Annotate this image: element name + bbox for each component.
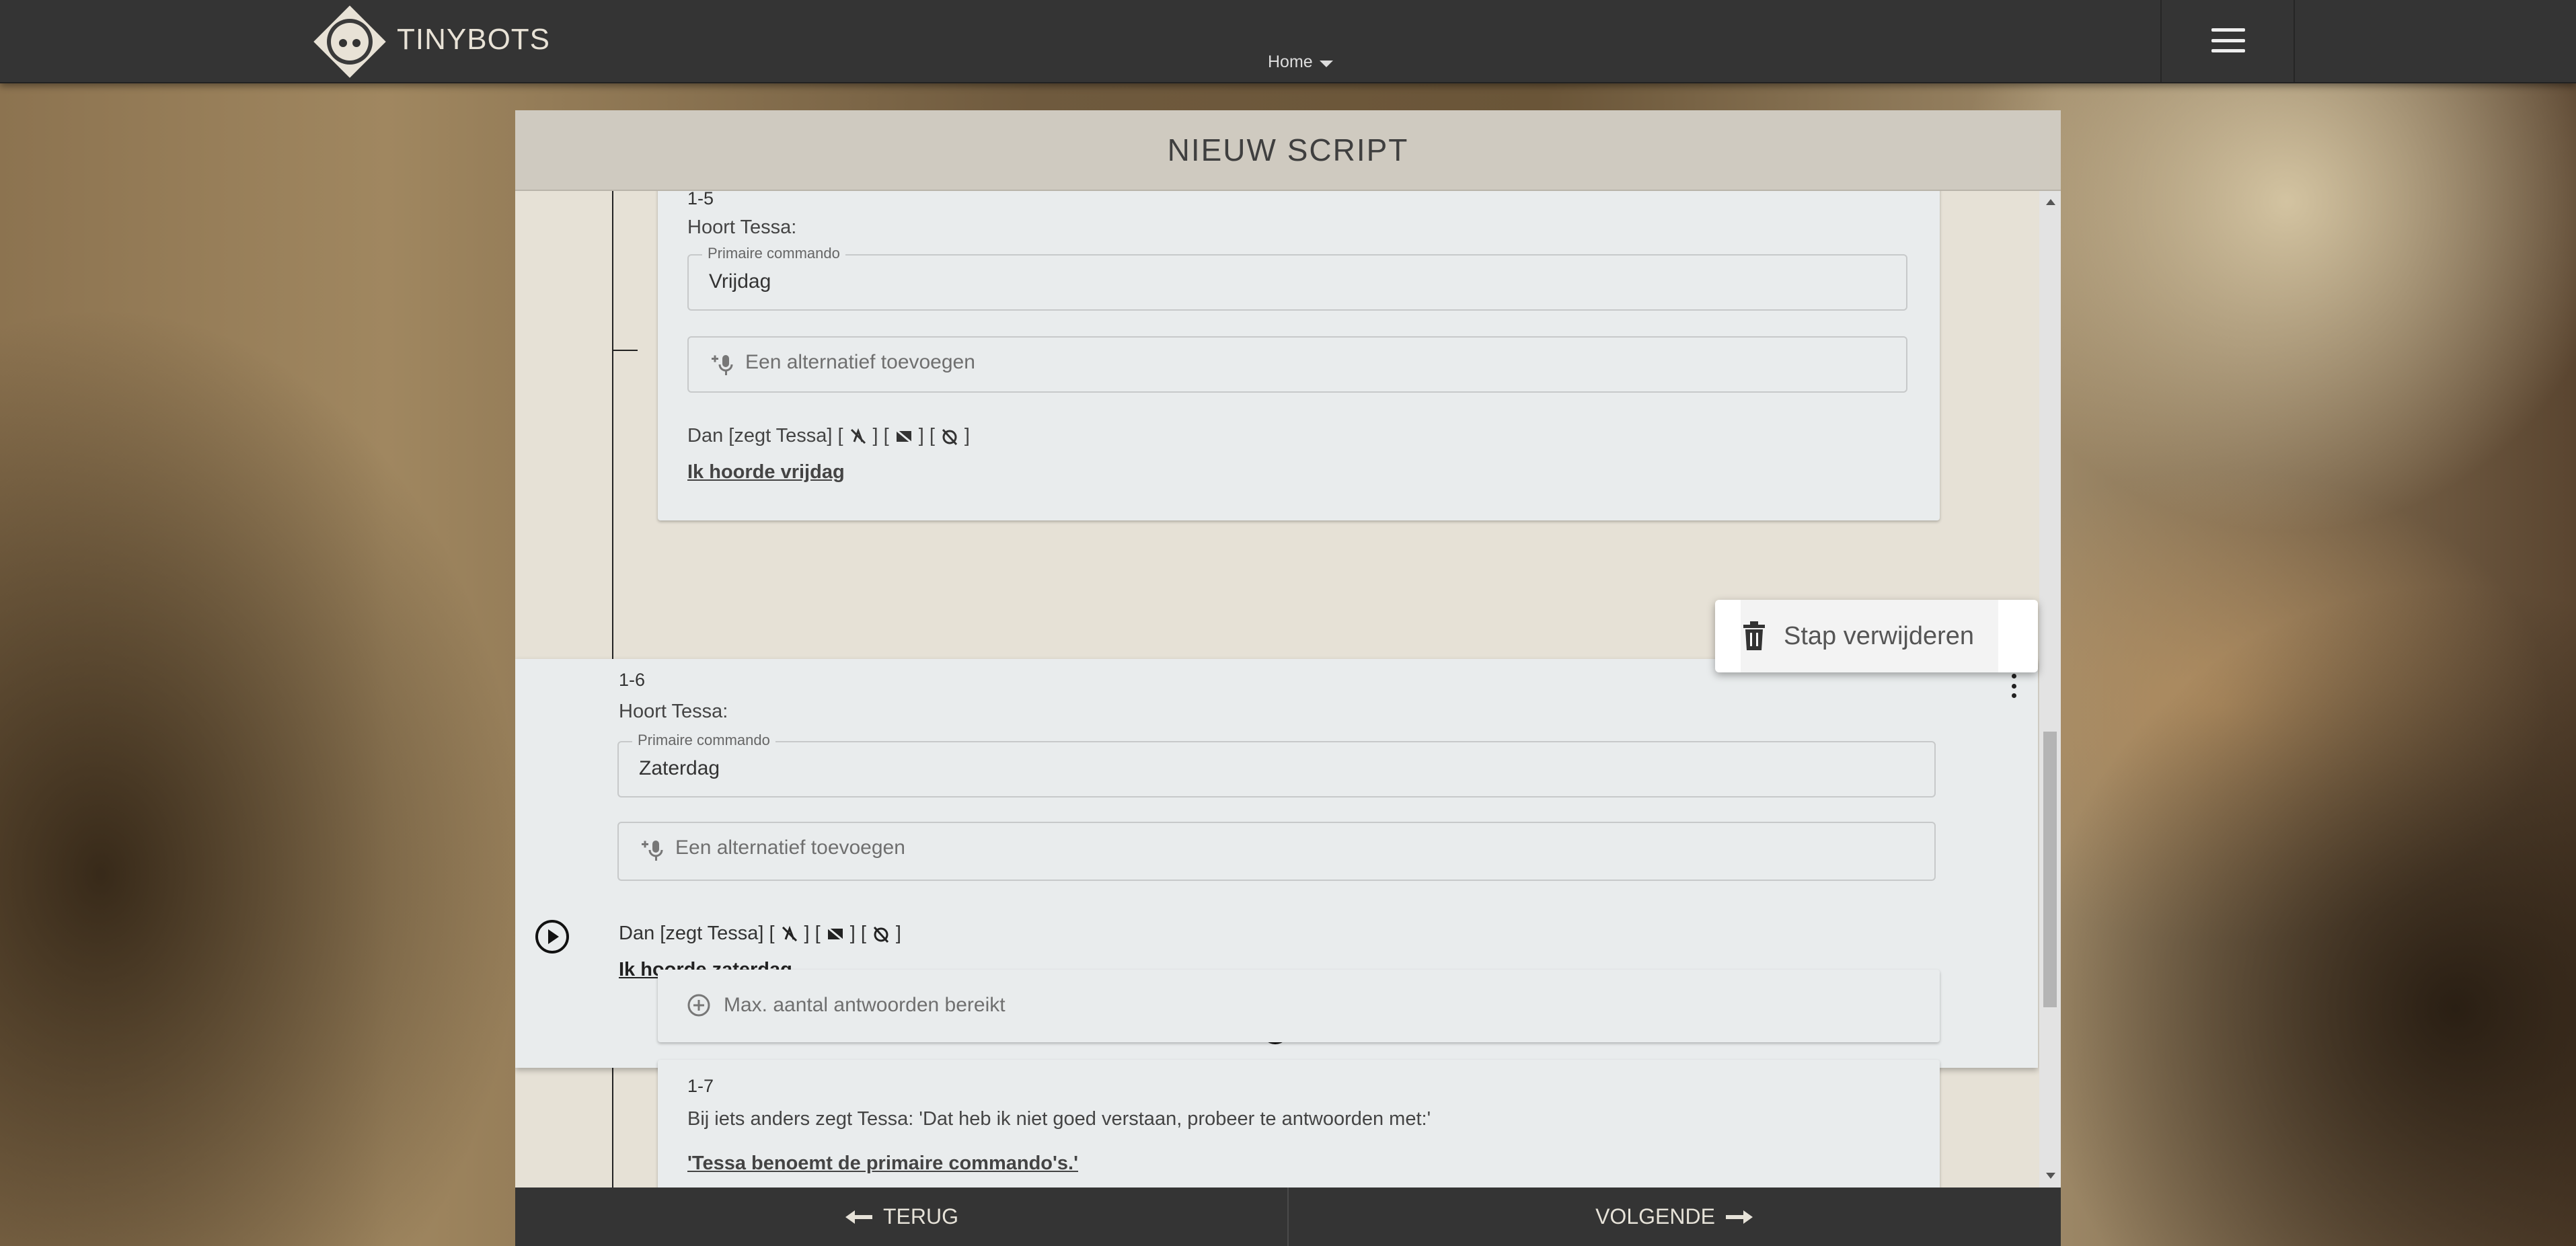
step-card-1-7[interactable]: 1-7 Bij iets anders zegt Tessa: 'Dat heb… [658, 1060, 1940, 1187]
script-panel: NIEUW SCRIPT 1-5 Hoort Tessa: Primaire c… [515, 110, 2061, 1246]
primary-command-field[interactable]: Primaire commando Zaterdag [617, 732, 1936, 797]
step-card-1-5[interactable]: 1-5 Hoort Tessa: Primaire commando Vrijd… [658, 191, 1940, 520]
then-row: Dan [zegt Tessa] [ ] [ ] [ ] [687, 425, 970, 446]
response-text[interactable]: 'Tessa benoemt de primaire commando's.' [687, 1153, 1078, 1175]
no-timer-icon [873, 926, 889, 943]
primary-command-field[interactable]: Primaire commando Vrijdag [687, 245, 1907, 311]
response-text[interactable]: Ik hoorde vrijdag [687, 461, 845, 483]
fallback-text: Bij iets anders zegt Tessa: 'Dat heb ik … [687, 1108, 1431, 1130]
field-legend: Primaire commando [632, 732, 775, 749]
step-number: 1-5 [687, 191, 714, 208]
home-menu[interactable]: Home [1268, 52, 1333, 72]
hamburger-icon[interactable] [2211, 28, 2245, 52]
max-answers-card: Max. aantal antwoorden bereikt [658, 970, 1940, 1042]
panel-header: NIEUW SCRIPT [515, 110, 2061, 191]
script-tree: 1-5 Hoort Tessa: Primaire commando Vrijd… [515, 191, 2061, 1187]
no-display-icon [826, 926, 844, 941]
no-move-icon [850, 428, 866, 444]
add-alternative-field[interactable]: Een alternatief toevoegen [687, 336, 1907, 393]
field-legend: Primaire commando [702, 245, 845, 262]
then-label: Dan [zegt Tessa] [687, 425, 833, 446]
step-number: 1-7 [687, 1076, 714, 1096]
primary-command-value: Vrijdag [709, 270, 771, 293]
scroll-thumb[interactable] [2043, 732, 2057, 1007]
step-number: 1-6 [619, 670, 646, 690]
panel-footer: TERUG VOLGENDE [515, 1187, 2061, 1246]
no-timer-icon [942, 428, 958, 445]
arrow-left-icon [845, 1210, 872, 1224]
then-row: Dan [zegt Tessa] [ ] [ ] [ ] [619, 923, 901, 944]
caret-down-icon [1319, 60, 1333, 67]
brand-name[interactable]: TINYBOTS [397, 23, 550, 56]
play-circle-icon[interactable] [534, 919, 570, 955]
hears-label: Hoort Tessa: [619, 701, 728, 722]
trash-icon [1743, 621, 1765, 650]
next-label: VOLGENDE [1595, 1204, 1715, 1229]
scroll-up-arrow[interactable] [2046, 199, 2055, 205]
scrollbar[interactable] [2039, 191, 2061, 1187]
no-display-icon [895, 428, 913, 444]
nav-divider [2294, 0, 2295, 82]
add-alternative-placeholder: Een alternatief toevoegen [745, 351, 975, 373]
kebab-icon[interactable] [2007, 674, 2020, 698]
scroll-down-arrow[interactable] [2046, 1173, 2055, 1179]
no-move-icon [782, 925, 797, 941]
home-menu-label: Home [1268, 52, 1313, 71]
tinybots-logo-icon[interactable] [313, 5, 386, 78]
hears-label: Hoort Tessa: [687, 217, 797, 238]
arrow-right-icon [1725, 1210, 1753, 1224]
max-answers-text: Max. aantal antwoorden bereikt [724, 994, 1006, 1016]
add-alternative-field[interactable]: Een alternatief toevoegen [617, 822, 1936, 881]
delete-step-menu-item[interactable]: Stap verwijderen [1741, 600, 1999, 672]
then-label: Dan [zegt Tessa] [619, 923, 764, 944]
step-context-menu: Stap verwijderen [1715, 600, 2038, 672]
back-label: TERUG [883, 1204, 958, 1229]
back-button[interactable]: TERUG [515, 1187, 1287, 1246]
page-title: NIEUW SCRIPT [1167, 132, 1409, 167]
mic-plus-icon [642, 841, 663, 861]
primary-command-value: Zaterdag [639, 757, 720, 779]
next-button[interactable]: VOLGENDE [1289, 1187, 2061, 1246]
add-alternative-placeholder: Een alternatief toevoegen [675, 836, 905, 859]
nav-divider [2160, 0, 2162, 82]
plus-circle-outline-icon [687, 994, 710, 1017]
delete-step-label: Stap verwijderen [1784, 621, 1975, 650]
mic-plus-icon [712, 355, 733, 375]
tree-branch [612, 350, 638, 351]
top-navbar: TINYBOTS Home [0, 0, 2576, 83]
